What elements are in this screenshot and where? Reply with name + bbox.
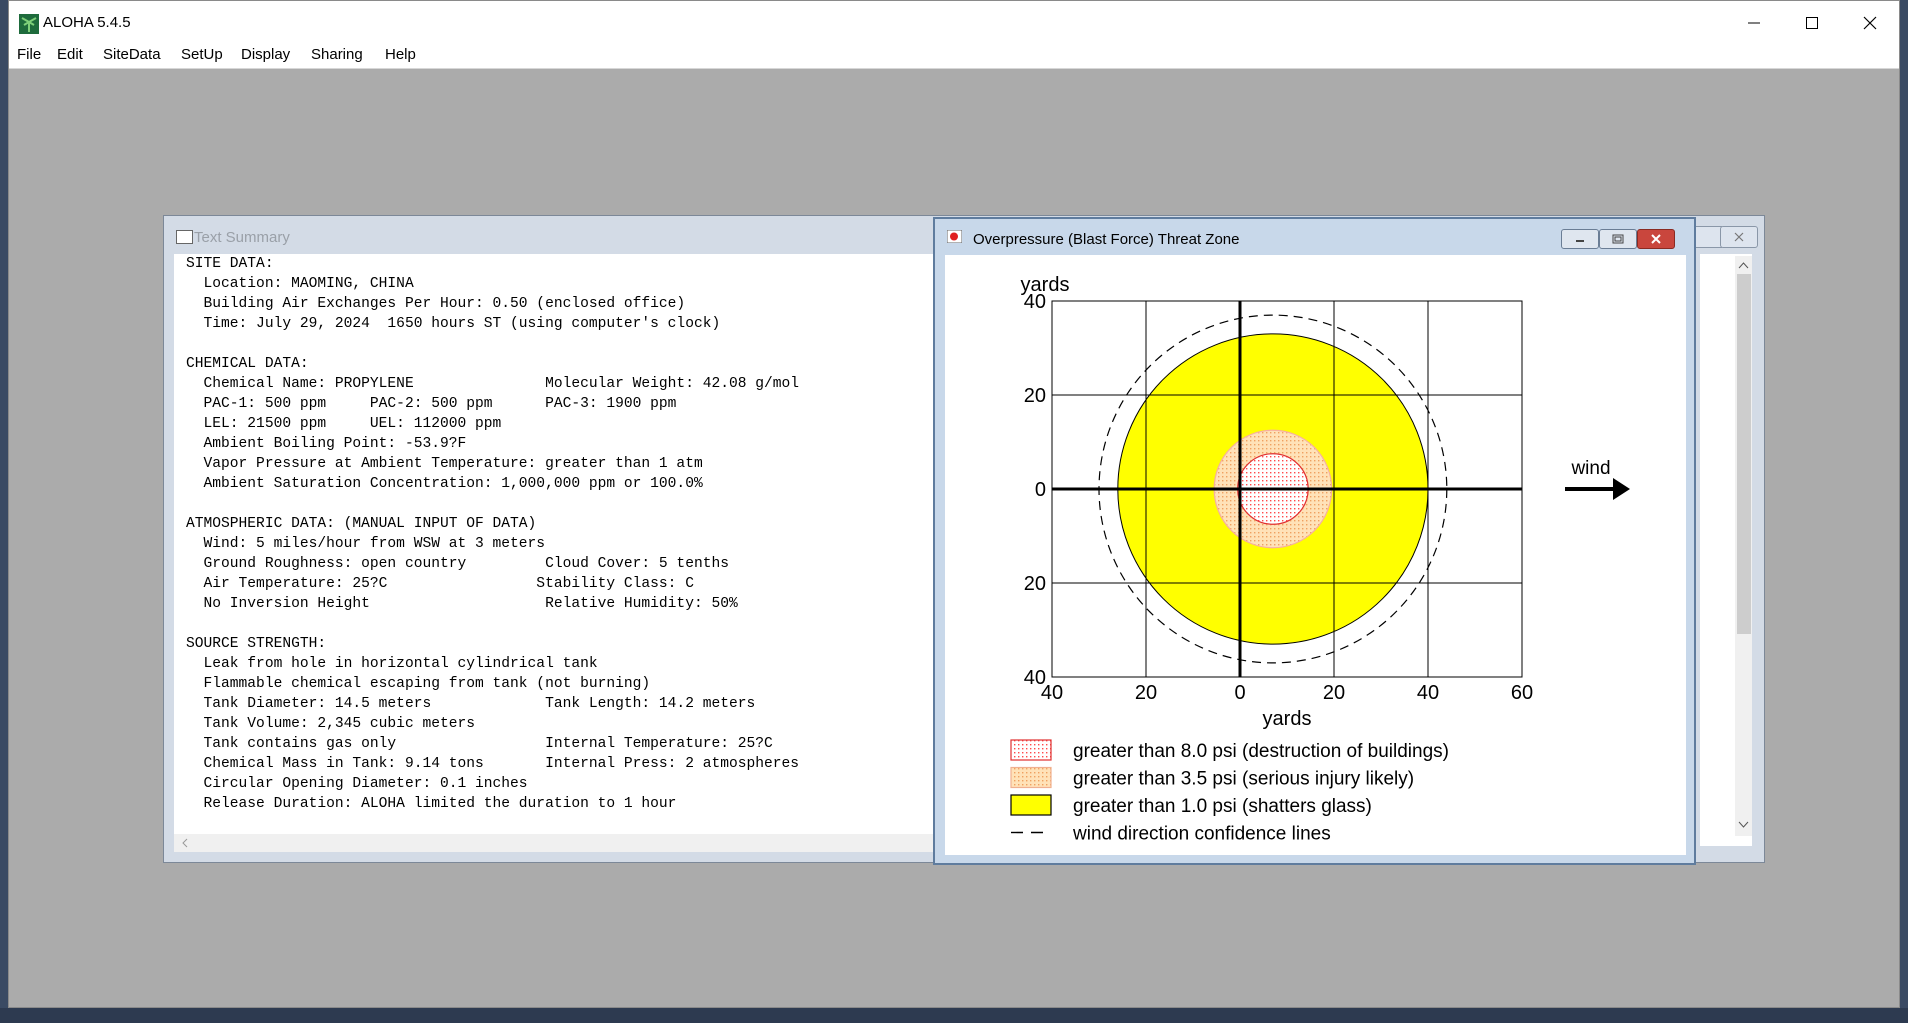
threat-zone-title: Overpressure (Blast Force) Threat Zone — [973, 231, 1240, 248]
legend-swatch — [1010, 766, 1052, 789]
document-icon — [176, 230, 193, 244]
legend-label: greater than 1.0 psi (shatters glass) — [1073, 796, 1372, 817]
threat-zone-client: 40 20 0 20 40 60 40 20 0 20 40 yards yards wind great… — [945, 255, 1686, 855]
palm-tree-icon — [19, 14, 39, 34]
threat-zone-chart[interactable]: 40 20 0 20 40 60402002040yardsyardswind great… — [945, 255, 1686, 855]
menu-setup[interactable]: SetUp — [179, 46, 225, 63]
maximize-button[interactable] — [1783, 1, 1841, 44]
scrollbar-thumb[interactable] — [1737, 274, 1751, 634]
legend-label: greater than 3.5 psi (serious injury lik… — [1073, 769, 1414, 790]
threat-zone-close-button[interactable] — [1637, 229, 1675, 249]
y-tick-label: 20 — [1024, 573, 1046, 595]
x-tick-label: 20 — [1135, 682, 1157, 704]
threat-zone-window: Overpressure (Blast Force) Threat Zone 4… — [933, 217, 1696, 865]
wind-label: wind — [1570, 458, 1610, 479]
y-tick-label: 20 — [1024, 385, 1046, 407]
menu-bar: File Edit SiteData SetUp Display Sharing… — [9, 44, 1899, 69]
app-titlebar[interactable]: ALOHA 5.4.5 — [9, 1, 1899, 44]
chevron-down-icon — [1738, 821, 1749, 828]
text-summary-title: Text Summary — [194, 229, 290, 246]
app-title: ALOHA 5.4.5 — [43, 14, 131, 31]
x-tick-label: 0 — [1234, 682, 1245, 704]
menu-help[interactable]: Help — [383, 46, 418, 63]
threat-zone-icon — [947, 230, 962, 243]
close-icon — [1863, 16, 1877, 29]
text-summary-close-button[interactable] — [1720, 226, 1758, 248]
aloha-main-window: ALOHA 5.4.5 File Edit SiteData SetUp Dis… — [8, 0, 1900, 1008]
y-axis-label: yards — [1021, 274, 1070, 296]
legend-swatch — [1010, 794, 1052, 816]
close-icon — [1651, 234, 1661, 244]
minimize-icon — [1576, 240, 1584, 242]
maximize-icon — [1806, 16, 1818, 29]
close-icon — [1734, 232, 1744, 242]
menu-file[interactable]: File — [15, 46, 43, 63]
minimize-button[interactable] — [1725, 1, 1783, 44]
menu-sitedata[interactable]: SiteData — [101, 46, 163, 63]
desktop-background — [0, 1008, 1908, 1023]
menu-sharing[interactable]: Sharing — [309, 46, 365, 63]
minimize-icon — [1748, 22, 1760, 23]
restore-box[interactable] — [1694, 226, 1722, 248]
y-tick-label: 0 — [1035, 479, 1046, 501]
restore-icon — [1612, 234, 1624, 244]
x-tick-label: 20 — [1323, 682, 1345, 704]
y-tick-label: 40 — [1024, 667, 1046, 689]
threat-zone-titlebar[interactable]: Overpressure (Blast Force) Threat Zone — [935, 219, 1694, 253]
threat-zone-restore-button[interactable] — [1599, 229, 1637, 249]
legend-swatch — [1010, 739, 1052, 761]
chevron-up-icon — [1738, 262, 1749, 269]
legend-label: wind direction confidence lines — [1072, 824, 1331, 845]
close-button[interactable] — [1841, 1, 1899, 44]
menu-display[interactable]: Display — [239, 46, 292, 63]
x-tick-label: 60 — [1511, 682, 1533, 704]
chevron-left-icon — [182, 838, 188, 848]
wind-arrow-icon — [1613, 478, 1630, 500]
x-tick-label: 40 — [1417, 682, 1439, 704]
legend-label: greater than 8.0 psi (destruction of bui… — [1073, 741, 1449, 762]
threat-zone-minimize-button[interactable] — [1561, 229, 1599, 249]
menu-edit[interactable]: Edit — [55, 46, 85, 63]
x-axis-label: yards — [1263, 708, 1312, 730]
